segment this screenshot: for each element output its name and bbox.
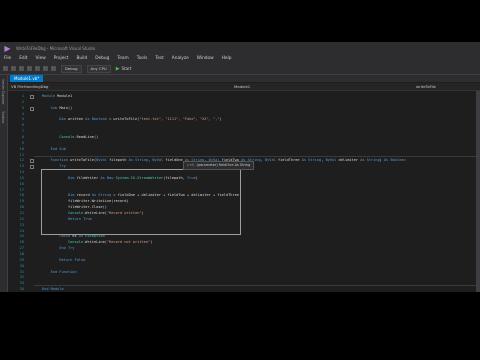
visual-studio-window: ▶ WriteToFileDbg - Microsoft Visual Stud… (0, 42, 480, 292)
menu-help[interactable]: Help (218, 56, 236, 61)
tooltip-tag: (ref) (187, 163, 195, 167)
code-text: End Module (42, 287, 64, 292)
redo-icon[interactable] (51, 66, 56, 71)
start-button[interactable]: ▶ Start (116, 66, 132, 72)
code-editor[interactable]: 1 Module Module1 2 3 Sub Main() 4 5 Dim writt… (8, 91, 480, 292)
method-separator (34, 156, 480, 157)
play-icon: ▶ (115, 65, 120, 72)
menu-bar: File Edit View Project Build Debug Team … (0, 54, 480, 63)
title-bar: ▶ WriteToFileDbg - Microsoft Visual Stud… (0, 42, 480, 54)
visual-studio-logo-icon: ▶ (4, 43, 11, 53)
side-panel-strip: Server Explorer Toolbox (0, 75, 8, 292)
save-icon[interactable] (35, 66, 40, 71)
back-icon[interactable] (3, 66, 8, 71)
menu-view[interactable]: View (32, 56, 50, 61)
vertical-scrollbar[interactable] (476, 91, 480, 292)
menu-analyze[interactable]: Analyze (168, 56, 193, 61)
fold-toggle-icon[interactable]: − (30, 95, 34, 100)
toolbar: Debug Any CPU ▶ Start (0, 63, 480, 75)
menu-test[interactable]: Test (151, 56, 167, 61)
code-line[interactable]: 34 End Module (8, 287, 480, 292)
document-tab-bar: Module1.vb* (8, 75, 480, 82)
fold-toggle-icon[interactable]: − (30, 159, 34, 164)
method-separator (34, 284, 480, 286)
configuration-select[interactable]: Debug (61, 64, 82, 73)
project-dropdown[interactable]: VB FileHandlingDbg (11, 83, 48, 90)
new-item-icon[interactable] (19, 66, 24, 71)
menu-build[interactable]: Build (72, 56, 91, 61)
tooltip-text: (parameter) fieldOne As String (196, 163, 251, 167)
parameter-tooltip: (ref) (parameter) fieldOne As String (183, 161, 255, 170)
navigation-bar: VB FileHandlingDbg Module1 writeToFile (8, 83, 480, 91)
menu-team[interactable]: Team (113, 56, 132, 61)
start-label: Start (121, 66, 132, 71)
try-block-highlight (41, 169, 241, 235)
menu-file[interactable]: File (0, 56, 15, 61)
fold-toggle-icon[interactable]: − (30, 165, 34, 170)
tab-module1[interactable]: Module1.vb* (10, 75, 44, 82)
menu-window[interactable]: Window (193, 56, 218, 61)
forward-icon[interactable] (11, 66, 16, 71)
fold-toggle-icon[interactable]: − (30, 106, 34, 112)
scope-dropdown[interactable]: Module1 (234, 83, 250, 90)
platform-select[interactable]: Any CPU (86, 64, 111, 73)
menu-debug[interactable]: Debug (91, 56, 113, 61)
server-explorer-tab[interactable]: Server Explorer (1, 79, 5, 105)
menu-tools[interactable]: Tools (133, 56, 152, 61)
line-number: 34 (19, 287, 24, 292)
open-icon[interactable] (27, 66, 32, 71)
toolbox-tab[interactable]: Toolbox (1, 111, 5, 123)
menu-project[interactable]: Project (50, 56, 73, 61)
member-dropdown[interactable]: writeToFile (416, 83, 436, 90)
menu-edit[interactable]: Edit (15, 56, 31, 61)
undo-icon[interactable] (43, 66, 48, 71)
window-title: WriteToFileDbg - Microsoft Visual Studio (16, 45, 96, 51)
